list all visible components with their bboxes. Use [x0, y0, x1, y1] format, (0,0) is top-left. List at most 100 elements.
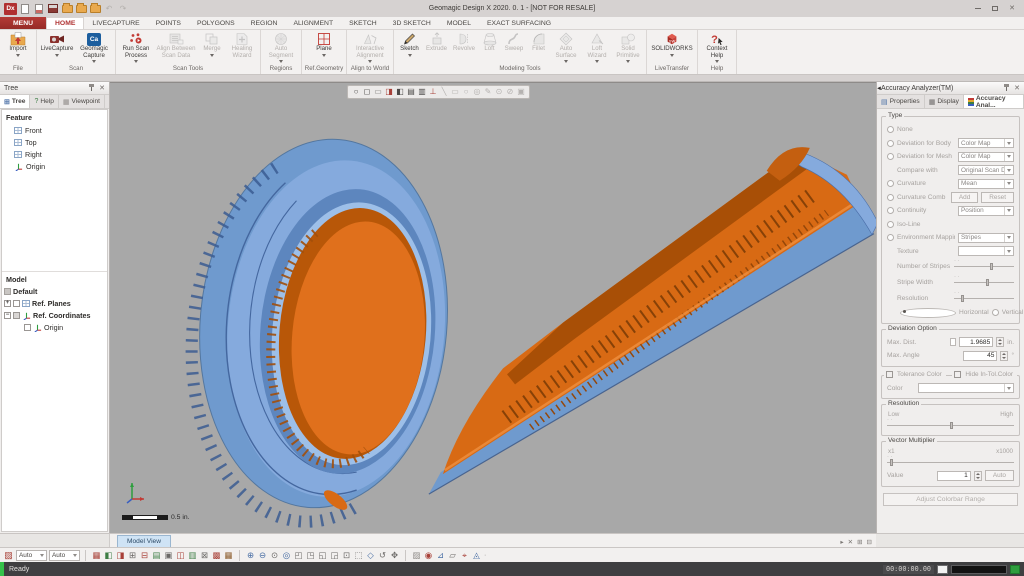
vector-value-spinner[interactable]: [974, 471, 982, 481]
option-iso-line[interactable]: Iso-Line: [886, 218, 1015, 232]
zoom-fit-icon[interactable]: ⊙: [269, 550, 280, 561]
tab-alignment[interactable]: ALIGNMENT: [285, 17, 341, 29]
select-freehand-icon[interactable]: ✎: [483, 87, 493, 98]
hide-in-tol-checkbox-label[interactable]: Hide In-Tol.Color: [952, 371, 1017, 378]
auto-surface-button[interactable]: Auto Surface: [550, 31, 582, 64]
context-help-button[interactable]: ? Context Help: [700, 31, 734, 64]
vector-multiplier-slider[interactable]: [887, 458, 1014, 467]
model-item-ref-planes[interactable]: Ref. Planes: [2, 298, 107, 310]
option-none[interactable]: None: [886, 123, 1015, 137]
toolbar-overflow-icon[interactable]: ·: [484, 552, 486, 559]
save-as-icon[interactable]: [89, 3, 101, 14]
minimize-button[interactable]: [970, 2, 986, 15]
option-curvature[interactable]: CurvatureMean: [886, 177, 1015, 191]
radio-icon[interactable]: [887, 180, 894, 187]
view-orientation-icon[interactable]: ○: [351, 87, 361, 98]
sketch-button[interactable]: Sketch: [396, 31, 423, 64]
extrude-button[interactable]: Extrude: [423, 31, 450, 64]
view-front-icon[interactable]: ◰: [293, 550, 304, 561]
option-deviation-body[interactable]: Deviation for BodyColor Map: [886, 137, 1015, 151]
adjust-colorbar-range-button[interactable]: Adjust Colorbar Range: [883, 493, 1018, 506]
undo-icon[interactable]: ↶: [103, 3, 115, 14]
select-spray-icon[interactable]: ⊘: [505, 87, 515, 98]
vector-value-input[interactable]: 1: [937, 471, 971, 481]
tree-item-front[interactable]: Front: [2, 124, 107, 136]
close-button[interactable]: ✕: [1004, 2, 1020, 15]
run-scan-process-button[interactable]: Run Scan Process: [118, 31, 154, 64]
max-dist-input[interactable]: 1.9685: [959, 337, 993, 347]
fillet-button[interactable]: Fillet: [527, 31, 550, 64]
merge-button[interactable]: Merge: [198, 31, 226, 64]
tolerance-color-checkbox-label[interactable]: Tolerance Color: [884, 371, 946, 378]
geomagic-capture-button[interactable]: Ca Geomagic Capture: [75, 31, 113, 64]
radio-icon[interactable]: [887, 234, 894, 241]
model-item-default[interactable]: Default: [2, 286, 107, 298]
plane-button[interactable]: Plane: [304, 31, 344, 64]
tab-viewpoint[interactable]: ▦Viewpoint: [59, 95, 105, 108]
tab-accuracy-analyzer[interactable]: Accuracy Anal...: [964, 95, 1024, 108]
annotation-icon[interactable]: ◬: [471, 550, 482, 561]
radio-icon[interactable]: [887, 194, 894, 201]
livecapture-button[interactable]: LiveCapture: [39, 31, 75, 64]
auto-button[interactable]: Auto: [985, 470, 1014, 481]
resolution-range-slider[interactable]: [887, 421, 1014, 430]
vertical-radio[interactable]: [992, 309, 999, 316]
view-plane-icon[interactable]: ▭: [373, 87, 383, 98]
new-window-icon[interactable]: ⊞: [857, 538, 862, 546]
tab-exact-surfacing[interactable]: EXACT SURFACING: [479, 17, 559, 29]
horizontal-radio[interactable]: [900, 308, 956, 318]
snap-mode-combo[interactable]: Auto: [49, 550, 80, 561]
deviation-mesh-select[interactable]: Color Map: [958, 152, 1014, 162]
number-of-stripes-slider[interactable]: [954, 262, 1014, 271]
view-bottom-icon[interactable]: ⬚: [353, 550, 364, 561]
pin-icon[interactable]: [1003, 84, 1010, 92]
panel-collapse-icon[interactable]: ◄: [876, 86, 882, 92]
radio-icon[interactable]: [887, 126, 894, 133]
radio-icon[interactable]: [887, 221, 894, 228]
select-custom-icon[interactable]: ▣: [516, 87, 526, 98]
solidworks-button[interactable]: SW SOLIDWORKS: [649, 31, 695, 64]
max-angle-spinner[interactable]: [1000, 351, 1008, 361]
align-between-scan-data-button[interactable]: Align Between Scan Data: [154, 31, 198, 64]
zoom-out-icon[interactable]: ⊖: [257, 550, 268, 561]
max-angle-input[interactable]: 45: [963, 351, 997, 361]
offset-mesh-icon[interactable]: ◫: [175, 550, 186, 561]
clip-align-icon[interactable]: ⊥: [428, 87, 438, 98]
tab-home[interactable]: HOME: [46, 17, 84, 29]
fill-holes-icon[interactable]: ▦: [91, 550, 102, 561]
view-back-icon[interactable]: ◳: [305, 550, 316, 561]
option-continuity[interactable]: ContinuityPosition: [886, 204, 1015, 218]
stripe-width-slider[interactable]: [954, 278, 1014, 287]
import-quick-icon[interactable]: [61, 3, 73, 14]
measure-distance-icon[interactable]: ◉: [423, 550, 434, 561]
deviation-body-select[interactable]: Color Map: [958, 138, 1014, 148]
add-button[interactable]: Add: [951, 192, 978, 203]
defeature-icon[interactable]: ◧: [103, 550, 114, 561]
rewrap-icon[interactable]: ⊟: [139, 550, 150, 561]
reset-button[interactable]: Reset: [981, 192, 1014, 203]
selection-filter-icon[interactable]: ▨: [3, 550, 14, 561]
compare-with-select[interactable]: Original Scan D: [958, 165, 1014, 175]
tab-properties[interactable]: ▤Properties: [877, 95, 925, 108]
radio-icon[interactable]: [887, 153, 894, 160]
tree-item-right[interactable]: Right: [2, 148, 107, 160]
edit-boundary-icon[interactable]: ▦: [223, 550, 234, 561]
zoom-in-icon[interactable]: ⊕: [245, 550, 256, 561]
save-file-icon[interactable]: [47, 3, 59, 14]
optimize-mesh-icon[interactable]: ⊞: [127, 550, 138, 561]
maximize-button[interactable]: [987, 2, 1003, 15]
view-left-icon[interactable]: ◱: [317, 550, 328, 561]
collapse-icon[interactable]: [4, 312, 11, 319]
visibility-checkbox[interactable]: [13, 312, 20, 319]
rotate-view-icon[interactable]: ↺: [377, 550, 388, 561]
visibility-checkbox[interactable]: [13, 300, 20, 307]
selection-mode-combo[interactable]: Auto: [16, 550, 47, 561]
interactive-alignment-button[interactable]: Interactive Alignment: [349, 31, 391, 64]
open-folder-icon[interactable]: [75, 3, 87, 14]
curvature-select[interactable]: Mean: [958, 179, 1014, 189]
loft-wizard-button[interactable]: Loft Wizard: [582, 31, 612, 64]
smooth-icon[interactable]: ◨: [115, 550, 126, 561]
tab-region[interactable]: REGION: [243, 17, 286, 29]
open-file-icon[interactable]: [33, 3, 45, 14]
redo-icon[interactable]: ↷: [117, 3, 129, 14]
